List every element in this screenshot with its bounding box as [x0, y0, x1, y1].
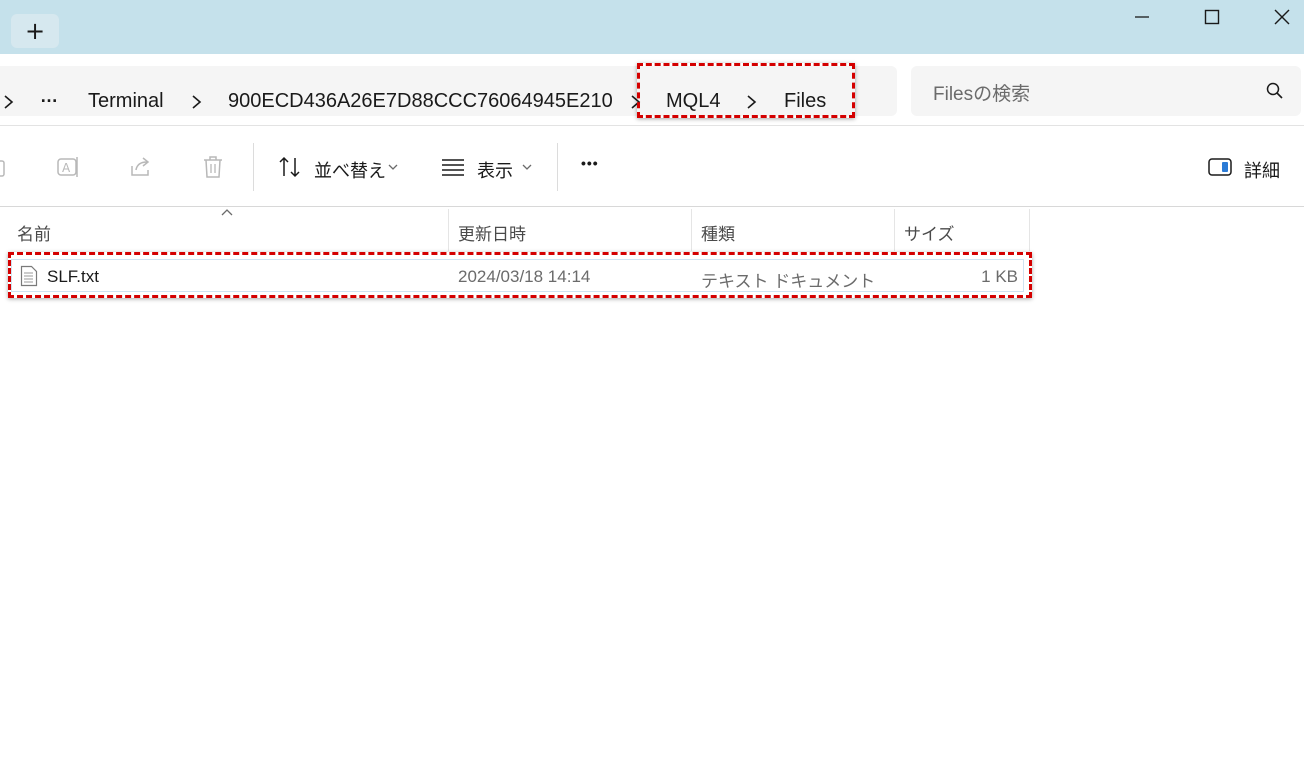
breadcrumb-overflow-button[interactable]: …: [40, 86, 59, 107]
rename-button[interactable]: A: [55, 153, 83, 181]
sort-button[interactable]: [276, 153, 304, 181]
close-icon: [1274, 9, 1290, 25]
chevron-right-icon[interactable]: [2, 93, 16, 111]
column-header-type[interactable]: 種類: [692, 209, 894, 251]
breadcrumb-item-terminal-id[interactable]: 900ECD436A26E7D88CCC76064945E210: [228, 90, 613, 113]
search-placeholder: Filesの検索: [933, 84, 1031, 105]
toolbar-divider: [557, 143, 558, 191]
share-icon: [131, 157, 150, 176]
close-button[interactable]: [1247, 0, 1304, 34]
chevron-down-icon[interactable]: [388, 163, 398, 171]
view-label[interactable]: 表示: [477, 157, 513, 183]
plus-icon: +: [24, 17, 46, 45]
column-header-label: 種類: [701, 225, 735, 244]
delete-button[interactable]: [199, 153, 227, 181]
search-input[interactable]: Filesの検索: [911, 66, 1301, 116]
view-icon: [442, 159, 464, 176]
column-header-modified[interactable]: 更新日時: [449, 209, 691, 251]
trash-icon: [204, 156, 222, 178]
column-header-size[interactable]: サイズ: [895, 209, 1029, 251]
details-pane-button[interactable]: [1206, 153, 1234, 181]
details-label[interactable]: 詳細: [1244, 157, 1280, 183]
command-bar: A 並べ替え 表示 ••• 詳細: [0, 127, 1304, 207]
minimize-button[interactable]: [1107, 0, 1177, 34]
details-pane-icon: [1208, 158, 1232, 176]
search-icon[interactable]: [1265, 81, 1285, 101]
column-header-label: 更新日時: [458, 225, 526, 244]
more-options-button[interactable]: •••: [581, 155, 599, 171]
toolbar-divider: [253, 143, 254, 191]
view-button[interactable]: [439, 153, 467, 181]
column-header-name[interactable]: 名前: [8, 209, 448, 251]
column-header-label: 名前: [17, 225, 51, 244]
breadcrumb-item-terminal[interactable]: Terminal: [88, 90, 164, 113]
chevron-right-icon[interactable]: [190, 93, 204, 111]
svg-text:A: A: [62, 161, 71, 175]
new-tab-button[interactable]: +: [11, 14, 59, 48]
title-bar: +: [0, 0, 1304, 54]
copy-icon: [0, 160, 5, 177]
column-header-label: サイズ: [904, 225, 955, 244]
maximize-button[interactable]: [1177, 0, 1247, 34]
copy-button[interactable]: [0, 153, 16, 181]
chevron-down-icon[interactable]: [522, 163, 532, 171]
column-divider[interactable]: [1029, 209, 1030, 251]
maximize-icon: [1204, 9, 1220, 25]
rename-icon: A: [57, 157, 78, 177]
share-button[interactable]: [127, 153, 155, 181]
sort-icon: [279, 156, 300, 178]
sort-label[interactable]: 並べ替え: [314, 157, 386, 183]
breadcrumb-highlight-box: [637, 63, 855, 118]
row-highlight-box: [8, 252, 1032, 298]
minimize-icon: [1135, 16, 1149, 18]
